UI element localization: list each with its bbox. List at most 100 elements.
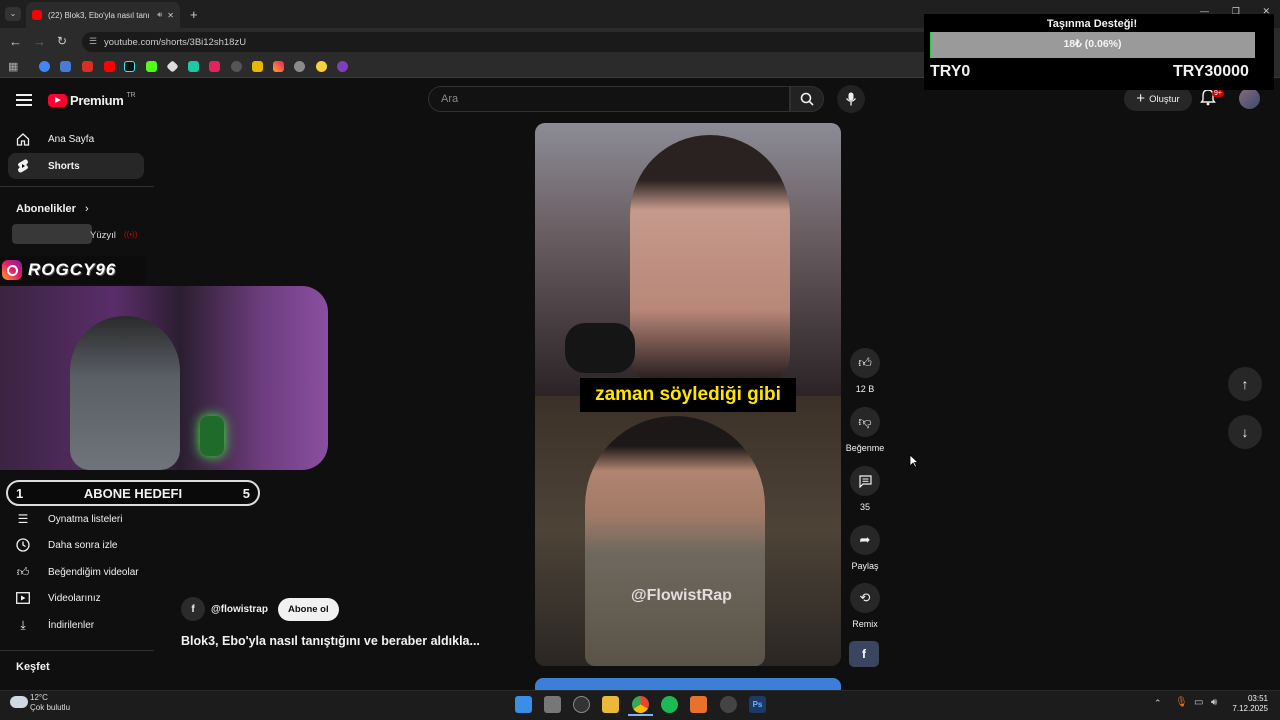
create-button[interactable]: + Oluştur: [1124, 87, 1192, 111]
sidebar-item-label: Oynatma listeleri: [48, 513, 123, 525]
close-tab-icon[interactable]: ✕: [167, 11, 174, 20]
share-button[interactable]: ➦: [850, 525, 880, 555]
sidebar-item-your-videos[interactable]: Videolarınız: [8, 585, 144, 611]
bookmark-pink-icon[interactable]: [209, 61, 220, 72]
next-short-button[interactable]: ↓: [1228, 415, 1262, 449]
speaker-icon: 🔊︎: [157, 10, 163, 19]
short-video-player[interactable]: zaman söylediği gibi @FlowistRap: [535, 123, 841, 666]
bookmark-face-icon[interactable]: [316, 61, 327, 72]
url-text: youtube.com/shorts/3Bi12sh18zU: [104, 36, 247, 48]
spotify-icon[interactable]: [661, 696, 678, 713]
sidebar-subscription-item[interactable]: Yüzyıl: [90, 230, 116, 241]
sidebar-item-liked-videos[interactable]: 👍︎ Beğendiğim videolar: [8, 559, 144, 585]
apps-icon[interactable]: ▦: [8, 60, 18, 73]
tray-mic-icon[interactable]: 🎙︎: [1175, 697, 1188, 708]
sidebar-item-watch-later[interactable]: Daha sonra izle: [8, 532, 144, 558]
search-button[interactable]: [790, 86, 824, 112]
sidebar-item-shorts[interactable]: Shorts: [8, 153, 144, 179]
new-tab-button[interactable]: +: [190, 7, 198, 22]
sidebar-item-playlists[interactable]: ☰ Oynatma listeleri: [8, 506, 144, 532]
bookmark-globe-icon[interactable]: [294, 61, 305, 72]
subscriptions-label: Abonelikler: [16, 203, 76, 215]
vlc-icon[interactable]: [690, 696, 707, 713]
comment-action[interactable]: 35: [844, 466, 886, 512]
sidebar-item-home[interactable]: Ana Sayfa: [8, 126, 144, 152]
task-view-icon[interactable]: [544, 696, 561, 713]
bookmark-kick-icon[interactable]: [146, 61, 157, 72]
donation-progress-text: 18₺ (0.06%): [1063, 38, 1122, 50]
chevron-right-icon: ›: [84, 203, 89, 215]
youtube-logo[interactable]: Premium TR: [48, 92, 136, 108]
arrow-down-icon: ↓: [1241, 424, 1249, 440]
speaker-one-figure: [630, 135, 790, 385]
photoshop-icon[interactable]: Ps: [749, 696, 766, 713]
search-input[interactable]: Ara: [428, 86, 790, 112]
speedometer-icon[interactable]: [720, 696, 737, 713]
system-clock[interactable]: 03:51 7.12.2025: [1230, 694, 1268, 714]
home-icon: [16, 132, 30, 146]
donation-title: Taşınma Desteği!: [1046, 18, 1138, 30]
short-title[interactable]: Blok3, Ebo'yla nasıl tanıştığını ve bera…: [181, 634, 480, 648]
search-icon: [800, 92, 814, 106]
sidebar-item-downloads[interactable]: ⤓ İndirilenler: [8, 612, 144, 638]
bookmark-youtube-icon[interactable]: [104, 61, 115, 72]
clock-time: 03:51: [1247, 694, 1268, 703]
instagram-handle: ROGCY96: [28, 260, 117, 279]
forward-icon[interactable]: →: [33, 34, 46, 49]
file-explorer-icon[interactable]: [602, 696, 619, 713]
bookmark-tiktok-icon[interactable]: [124, 61, 135, 72]
chrome-icon[interactable]: [632, 696, 649, 713]
remix-button[interactable]: ⟲: [850, 583, 880, 613]
comment-button[interactable]: [850, 466, 880, 496]
windows-start-icon[interactable]: [515, 696, 532, 713]
bookmark-yellow-icon[interactable]: [252, 61, 263, 72]
next-short-preview[interactable]: [535, 678, 841, 690]
like-action[interactable]: 👍︎ 12 B: [844, 348, 886, 394]
weather-condition: Çok bulutlu: [30, 703, 71, 712]
bookmark-google-icon[interactable]: [39, 61, 50, 72]
tray-chevron-icon[interactable]: ⌃: [1154, 698, 1162, 709]
back-icon[interactable]: ←: [9, 34, 22, 49]
dislike-action[interactable]: 👎︎ Beğenme: [844, 407, 886, 453]
channel-handle[interactable]: @flowistrap: [211, 604, 268, 615]
channel-avatar[interactable]: f: [181, 597, 205, 621]
bookmark-instagram-icon[interactable]: [273, 61, 284, 72]
video-watermark: @FlowistRap: [631, 587, 732, 604]
weather-widget[interactable]: 12°C Çok bulutlu: [30, 693, 70, 713]
like-button[interactable]: 👍︎: [850, 348, 880, 378]
goal-current: 1: [16, 485, 24, 501]
bookmark-gmail-icon[interactable]: [82, 61, 93, 72]
display-icon[interactable]: ▭: [1194, 697, 1203, 708]
thumbs-up-icon: 👍︎: [16, 564, 30, 579]
bookmark-circle-icon[interactable]: [337, 61, 348, 72]
sidebar-item-label: İndirilenler: [48, 619, 95, 631]
sidebar-item-label: Videolarınız: [48, 592, 101, 604]
clock-app-icon[interactable]: [573, 696, 590, 713]
subscription-watermark-logo: [12, 224, 92, 244]
subscribe-button[interactable]: Abone ol: [277, 597, 339, 621]
glowing-gadget: [200, 416, 224, 456]
microphone-prop: [565, 323, 635, 373]
tab-title: (22) Blok3, Ebo'yla nasıl tanı: [48, 10, 150, 20]
clock-icon: [16, 538, 30, 552]
dislike-button[interactable]: 👎︎: [850, 407, 880, 437]
sound-channel-thumbnail[interactable]: f: [849, 641, 879, 667]
active-app-indicator: [628, 714, 653, 716]
clock-date: 7.12.2025: [1232, 704, 1268, 713]
bookmark-dark-icon[interactable]: [231, 61, 242, 72]
address-bar[interactable]: ☰ youtube.com/shorts/3Bi12sh18zU: [82, 32, 932, 52]
share-action[interactable]: ➦ Paylaş: [844, 525, 886, 571]
remix-action[interactable]: ⟲ Remix: [844, 583, 886, 629]
reload-icon[interactable]: ↻: [57, 34, 67, 48]
voice-search-button[interactable]: [837, 85, 865, 113]
browser-tab[interactable]: (22) Blok3, Ebo'yla nasıl tanı 🔊︎ ✕: [26, 2, 180, 28]
menu-icon[interactable]: [16, 92, 32, 106]
previous-short-button[interactable]: ↑: [1228, 367, 1262, 401]
tab-list-button[interactable]: ⌄: [5, 7, 21, 21]
bookmark-chat-icon[interactable]: [188, 61, 199, 72]
site-info-icon[interactable]: ☰: [89, 36, 97, 47]
subscriptions-header[interactable]: Abonelikler ›: [16, 203, 89, 215]
bookmark-folder-icon[interactable]: [60, 61, 71, 72]
avatar[interactable]: [1239, 88, 1260, 109]
volume-icon[interactable]: 🔊︎: [1211, 697, 1217, 708]
